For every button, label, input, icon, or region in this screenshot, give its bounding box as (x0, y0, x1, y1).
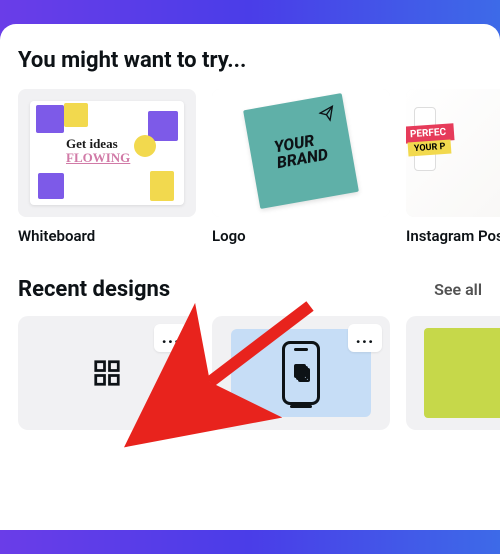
template-carousel[interactable]: Get ideas FLOWING Whiteboard YOUR BRAND … (18, 89, 500, 247)
main-panel: You might want to try... Get ideas FLOWI… (0, 24, 500, 530)
green-canvas (424, 328, 500, 418)
template-card-logo[interactable]: YOUR BRAND Logo (212, 89, 390, 247)
wb-shape (150, 171, 174, 201)
template-card-whiteboard[interactable]: Get ideas FLOWING Whiteboard (18, 89, 196, 247)
wb-shape (36, 105, 64, 133)
recent-design-1[interactable]: ... (18, 316, 196, 430)
more-button[interactable]: ... (154, 324, 188, 352)
recent-design-2[interactable]: ... (212, 316, 390, 430)
try-section-title: You might want to try... (18, 48, 500, 73)
template-thumb-logo[interactable]: YOUR BRAND (212, 89, 390, 217)
phone-icon (282, 341, 320, 405)
wb-shape (134, 135, 156, 157)
wb-text: Get ideas FLOWING (66, 137, 130, 164)
more-button[interactable]: ... (348, 324, 382, 352)
logo-text: YOUR BRAND (273, 131, 329, 171)
recent-section-title: Recent designs (18, 277, 170, 302)
ig-ribbon2: YOUR P (408, 140, 452, 157)
whiteboard-canvas: Get ideas FLOWING (30, 101, 184, 205)
recent-carousel[interactable]: ... ... (18, 316, 500, 430)
logo-card: YOUR BRAND (243, 93, 359, 209)
recent-design-3[interactable] (406, 316, 500, 430)
recent-header: Recent designs See all (18, 277, 500, 302)
template-label: Whiteboard (18, 227, 196, 247)
template-label: Logo (212, 227, 390, 247)
ig-bg: PERFEC YOUR P (406, 89, 500, 217)
template-label: Instagram Post (Square) (406, 227, 500, 247)
wb-shape (148, 111, 178, 141)
template-thumb-whiteboard[interactable]: Get ideas FLOWING (18, 89, 196, 217)
template-thumb-instagram[interactable]: PERFEC YOUR P (406, 89, 500, 217)
stack-icon (294, 364, 308, 382)
wb-shape (64, 103, 88, 127)
wb-shape (38, 173, 64, 199)
grid-icon (92, 358, 122, 388)
wb-text-line2: FLOWING (66, 151, 130, 165)
see-all-link[interactable]: See all (434, 280, 482, 299)
wb-text-line1: Get ideas (66, 137, 130, 151)
paper-plane-icon (318, 105, 337, 127)
template-card-instagram[interactable]: PERFEC YOUR P Instagram Post (Square) (406, 89, 500, 247)
